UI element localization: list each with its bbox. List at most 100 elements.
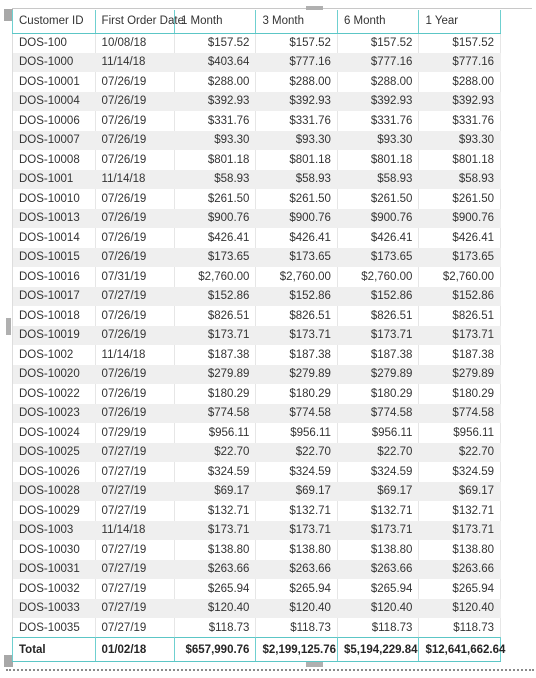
matrix-table-scroll-area[interactable]: Customer ID First Order Date 1 Month 3 M… — [12, 10, 501, 662]
table-row[interactable]: DOS-10004 07/26/19 $392.93 $392.93 $392.93 $3… — [12, 91, 501, 111]
cell-m1: $392.93 — [174, 91, 257, 111]
cell-m6: $2,760.00 — [337, 267, 420, 287]
cell-customer_id: DOS-10028 — [12, 481, 96, 501]
cell-m1: $138.80 — [174, 540, 257, 560]
cell-y1: $58.93 — [418, 169, 501, 189]
table-row[interactable]: DOS-10001 07/26/19 $288.00 $288.00 $288.00 $2… — [12, 72, 501, 92]
cell-m3: $331.76 — [255, 111, 338, 131]
total-row: Total 01/02/18 $657,990.76 $2,199,125.76… — [12, 637, 505, 662]
cell-y1: $157.52 — [418, 33, 501, 53]
cell-m1: $118.73 — [174, 618, 257, 638]
cell-m3: $173.65 — [255, 247, 338, 267]
cell-m1: $261.50 — [174, 189, 257, 209]
table-row[interactable]: DOS-10031 07/27/19 $263.66 $263.66 $263.66 $2… — [12, 559, 501, 579]
table-row[interactable]: DOS-100 10/08/18 $157.52 $157.52 $157.52 $157… — [12, 33, 501, 53]
table-row[interactable]: DOS-10006 07/26/19 $331.76 $331.76 $331.76 $3… — [12, 111, 501, 131]
table-row[interactable]: DOS-10028 07/27/19 $69.17 $69.17 $69.17 $69.1… — [12, 481, 501, 501]
table-row[interactable]: DOS-10018 07/26/19 $826.51 $826.51 $826.51 $8… — [12, 306, 501, 326]
cell-customer_id: DOS-1000 — [12, 52, 96, 72]
cell-m6: $265.94 — [337, 579, 420, 599]
cell-m6: $152.86 — [337, 286, 420, 306]
table-row[interactable]: DOS-10008 07/26/19 $801.18 $801.18 $801.18 $8… — [12, 150, 501, 170]
table-row[interactable]: DOS-10022 07/26/19 $180.29 $180.29 $180.29 $1… — [12, 384, 501, 404]
column-header-customer-id[interactable]: Customer ID — [12, 10, 96, 34]
table-row[interactable]: DOS-10007 07/26/19 $93.30 $93.30 $93.30 $93.3… — [12, 130, 501, 150]
total-first-order-date: 01/02/18 — [95, 637, 175, 662]
cell-first_order_date: 07/26/19 — [95, 384, 175, 404]
table-row[interactable]: DOS-10035 07/27/19 $118.73 $118.73 $118.73 $1… — [12, 618, 501, 638]
cell-first_order_date: 07/27/19 — [95, 481, 175, 501]
visual-top-border — [12, 8, 532, 9]
resize-handle-bottom[interactable] — [306, 662, 323, 667]
cell-y1: $22.70 — [418, 442, 501, 462]
table-row[interactable]: DOS-10019 07/26/19 $173.71 $173.71 $173.71 $1… — [12, 325, 501, 345]
cell-m1: $173.71 — [174, 325, 257, 345]
column-header-first-order-date[interactable]: First Order Date — [95, 10, 184, 34]
table-row[interactable]: DOS-10013 07/26/19 $900.76 $900.76 $900.76 $9… — [12, 208, 501, 228]
cell-first_order_date: 07/26/19 — [95, 130, 175, 150]
table-row[interactable]: DOS-10029 07/27/19 $132.71 $132.71 $132.71 $1… — [12, 501, 501, 521]
cell-m3: $392.93 — [255, 91, 338, 111]
cell-customer_id: DOS-10008 — [12, 150, 96, 170]
cell-y1: $956.11 — [418, 423, 501, 443]
cell-m3: $120.40 — [255, 598, 338, 618]
table-row[interactable]: DOS-10023 07/26/19 $774.58 $774.58 $774.58 $7… — [12, 403, 501, 423]
cell-m6: $774.58 — [337, 403, 420, 423]
matrix-visual[interactable]: Customer ID First Order Date 1 Month 3 M… — [0, 0, 536, 678]
table-row[interactable]: DOS-10020 07/26/19 $279.89 $279.89 $279.89 $2… — [12, 364, 501, 384]
table-row[interactable]: DOS-10015 07/26/19 $173.65 $173.65 $173.65 $1… — [12, 247, 501, 267]
table-row[interactable]: DOS-10014 07/26/19 $426.41 $426.41 $426.41 $4… — [12, 228, 501, 248]
cell-first_order_date: 07/26/19 — [95, 403, 175, 423]
cell-first_order_date: 07/31/19 — [95, 267, 175, 287]
cell-first_order_date: 07/26/19 — [95, 247, 175, 267]
table-row[interactable]: DOS-10033 07/27/19 $120.40 $120.40 $120.40 $1… — [12, 598, 501, 618]
table-row[interactable]: DOS-10016 07/31/19 $2,760.00 $2,760.00 $2,76… — [12, 267, 501, 287]
cell-m3: $187.38 — [255, 345, 338, 365]
table-row[interactable]: DOS-10026 07/27/19 $324.59 $324.59 $324.59 $3… — [12, 462, 501, 482]
table-row[interactable]: DOS-1001 11/14/18 $58.93 $58.93 $58.93 $58.93 — [12, 169, 501, 189]
cell-m1: $58.93 — [174, 169, 257, 189]
cell-customer_id: DOS-10032 — [12, 579, 96, 599]
cell-y1: $324.59 — [418, 462, 501, 482]
table-row[interactable]: DOS-1000 11/14/18 $403.64 $777.16 $777.16 $77… — [12, 52, 501, 72]
cell-m6: $900.76 — [337, 208, 420, 228]
cell-customer_id: DOS-10030 — [12, 540, 96, 560]
table-row[interactable]: DOS-10025 07/27/19 $22.70 $22.70 $22.70 $22.7… — [12, 442, 501, 462]
column-header-3-month[interactable]: 3 Month — [255, 10, 338, 34]
resize-handle-left[interactable] — [6, 318, 11, 335]
cell-m3: $774.58 — [255, 403, 338, 423]
cell-y1: $180.29 — [418, 384, 501, 404]
cell-m1: $331.76 — [174, 111, 257, 131]
cell-first_order_date: 10/08/18 — [95, 33, 175, 53]
cell-m3: $261.50 — [255, 189, 338, 209]
table-row[interactable]: DOS-10030 07/27/19 $138.80 $138.80 $138.80 $1… — [12, 540, 501, 560]
cell-first_order_date: 07/27/19 — [95, 618, 175, 638]
cell-m6: $180.29 — [337, 384, 420, 404]
cell-customer_id: DOS-10007 — [12, 130, 96, 150]
cell-y1: $801.18 — [418, 150, 501, 170]
cell-first_order_date: 07/27/19 — [95, 442, 175, 462]
cell-m3: $265.94 — [255, 579, 338, 599]
cell-customer_id: DOS-10029 — [12, 501, 96, 521]
cell-m1: $265.94 — [174, 579, 257, 599]
column-header-1-year[interactable]: 1 Year — [418, 10, 501, 34]
table-row[interactable]: DOS-10032 07/27/19 $265.94 $265.94 $265.94 $2… — [12, 579, 501, 599]
cell-customer_id: DOS-10023 — [12, 403, 96, 423]
cell-m6: $826.51 — [337, 306, 420, 326]
table-row[interactable]: DOS-1002 11/14/18 $187.38 $187.38 $187.38 $18… — [12, 345, 501, 365]
visual-bottom-border — [6, 669, 534, 673]
table-row[interactable]: DOS-10010 07/26/19 $261.50 $261.50 $261.50 $2… — [12, 189, 501, 209]
column-header-1-month[interactable]: 1 Month — [174, 10, 257, 34]
table-row[interactable]: DOS-10017 07/27/19 $152.86 $152.86 $152.86 $1… — [12, 286, 501, 306]
table-row[interactable]: DOS-10024 07/29/19 $956.11 $956.11 $956.11 $9… — [12, 423, 501, 443]
cell-customer_id: DOS-10031 — [12, 559, 96, 579]
column-header-6-month[interactable]: 6 Month — [337, 10, 420, 34]
total-1-month: $657,990.76 — [174, 637, 257, 662]
cell-customer_id: DOS-10035 — [12, 618, 96, 638]
cell-first_order_date: 11/14/18 — [95, 52, 175, 72]
cell-m6: $120.40 — [337, 598, 420, 618]
table-row[interactable]: DOS-1003 11/14/18 $173.71 $173.71 $173.71 $17… — [12, 520, 501, 540]
cell-first_order_date: 07/26/19 — [95, 208, 175, 228]
cell-m1: $279.89 — [174, 364, 257, 384]
cell-first_order_date: 07/26/19 — [95, 91, 175, 111]
